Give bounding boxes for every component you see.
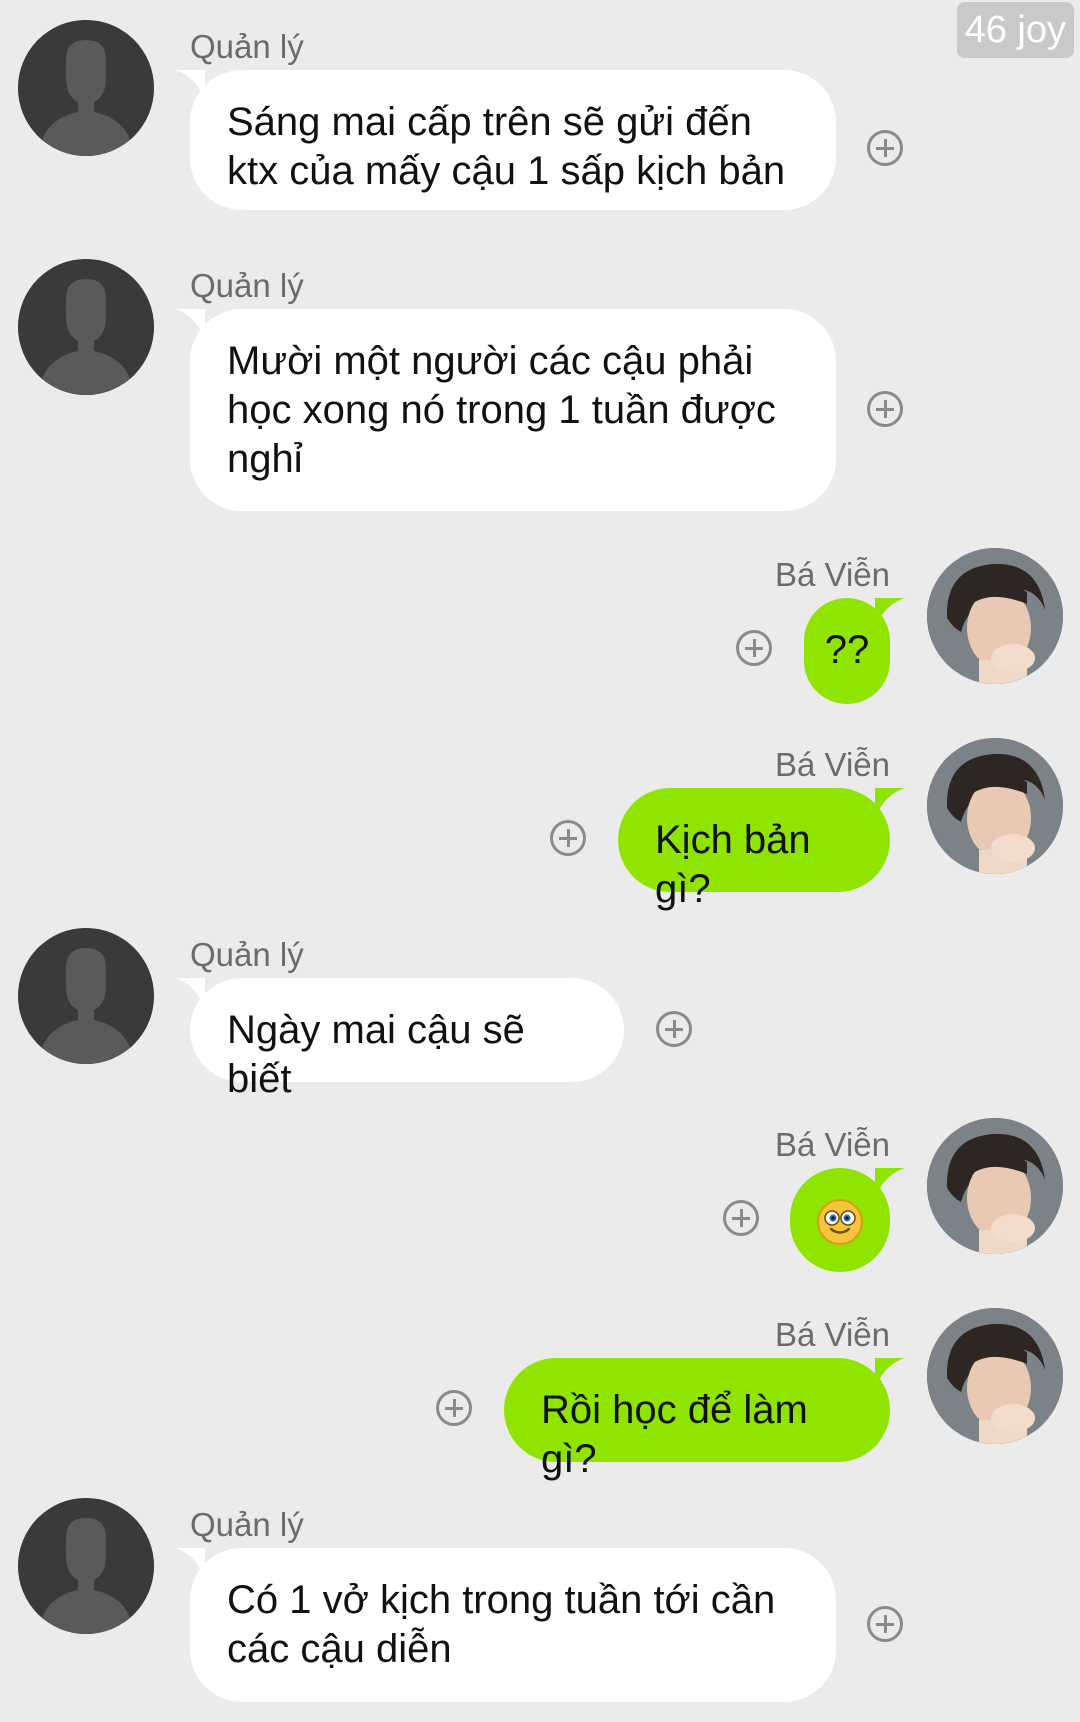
message-line: Rồi học để làm gì? xyxy=(541,1388,808,1481)
message-line: ktx của mấy cậu 1 sấp kịch bản xyxy=(227,149,786,193)
message-incoming: Quản lý Ngày mai cậu sẽ biết xyxy=(0,928,1080,1101)
sender-name: Quản lý xyxy=(190,936,304,973)
message-bubble[interactable] xyxy=(790,1168,890,1272)
plus-circle-icon[interactable] xyxy=(867,391,903,427)
sender-name: Bá Viễn xyxy=(775,1316,890,1353)
message-line: Kịch bản gì? xyxy=(655,818,811,911)
sender-name: Bá Viễn xyxy=(775,1126,890,1163)
plus-circle-icon[interactable] xyxy=(867,1606,903,1642)
sender-name: Bá Viễn xyxy=(775,746,890,783)
person-silhouette-icon xyxy=(18,259,154,395)
manager-avatar[interactable] xyxy=(18,20,154,156)
user-avatar[interactable] xyxy=(927,1118,1063,1254)
plus-circle-icon[interactable] xyxy=(736,630,772,666)
message-bubble[interactable]: Rồi học để làm gì? xyxy=(504,1358,890,1481)
message-line: ?? xyxy=(824,628,870,672)
profile-photo xyxy=(927,548,1063,684)
message-line: Sáng mai cấp trên sẽ gửi đến xyxy=(227,100,752,144)
message-bubble[interactable]: Có 1 vở kịch trong tuần tới cần các cậu … xyxy=(190,1548,836,1702)
sender-name: Quản lý xyxy=(190,28,304,65)
message-outgoing: Bá Viễn Kịch bản gì? xyxy=(0,738,1080,911)
wide-eyed-smile-emoji-icon xyxy=(817,1199,863,1246)
manager-avatar[interactable] xyxy=(18,259,154,395)
user-avatar[interactable] xyxy=(927,738,1063,874)
profile-photo xyxy=(927,738,1063,874)
person-silhouette-icon xyxy=(18,1498,154,1634)
watermark: 46 joy xyxy=(956,2,1074,58)
plus-circle-icon[interactable] xyxy=(723,1200,759,1236)
manager-avatar[interactable] xyxy=(18,1498,154,1634)
person-silhouette-icon xyxy=(18,20,154,156)
plus-circle-icon[interactable] xyxy=(436,1390,472,1426)
message-outgoing: Bá Viễn Rồi học để làm gì? xyxy=(0,1308,1080,1481)
sender-name: Quản lý xyxy=(190,267,304,304)
user-avatar[interactable] xyxy=(927,1308,1063,1444)
user-avatar[interactable] xyxy=(927,548,1063,684)
message-line: nghỉ xyxy=(227,437,303,481)
message-line: Mười một người các cậu phải xyxy=(227,339,754,383)
message-outgoing: Bá Viễn xyxy=(0,1118,1080,1278)
profile-photo xyxy=(927,1308,1063,1444)
sender-name: Quản lý xyxy=(190,1506,304,1543)
plus-circle-icon[interactable] xyxy=(656,1011,692,1047)
sender-name: Bá Viễn xyxy=(775,556,890,593)
message-bubble[interactable]: Kịch bản gì? xyxy=(618,788,890,911)
message-outgoing: Bá Viễn ?? xyxy=(0,548,1080,708)
person-silhouette-icon xyxy=(18,928,154,1064)
message-incoming: Quản lý Sáng mai cấp trên sẽ gửi đến ktx… xyxy=(0,20,1080,210)
message-incoming: Quản lý Có 1 vở kịch trong tuần tới cần … xyxy=(0,1498,1080,1722)
plus-circle-icon[interactable] xyxy=(867,130,903,166)
message-incoming: Quản lý Mười một người các cậu phải học … xyxy=(0,259,1080,511)
message-bubble[interactable]: ?? xyxy=(804,598,890,704)
manager-avatar[interactable] xyxy=(18,928,154,1064)
message-bubble[interactable]: Sáng mai cấp trên sẽ gửi đến ktx của mấy… xyxy=(190,70,836,210)
message-bubble[interactable]: Mười một người các cậu phải học xong nó … xyxy=(190,309,836,511)
message-bubble[interactable]: Ngày mai cậu sẽ biết xyxy=(190,978,624,1101)
chat-thread[interactable]: Quản lý Sáng mai cấp trên sẽ gửi đến ktx… xyxy=(0,0,1080,1722)
message-line: học xong nó trong 1 tuần được xyxy=(227,388,776,432)
profile-photo xyxy=(927,1118,1063,1254)
message-line: Có 1 vở kịch trong tuần tới cần xyxy=(227,1578,776,1622)
plus-circle-icon[interactable] xyxy=(550,820,586,856)
message-line: Ngày mai cậu sẽ biết xyxy=(227,1008,525,1101)
message-line: các cậu diễn xyxy=(227,1627,452,1671)
